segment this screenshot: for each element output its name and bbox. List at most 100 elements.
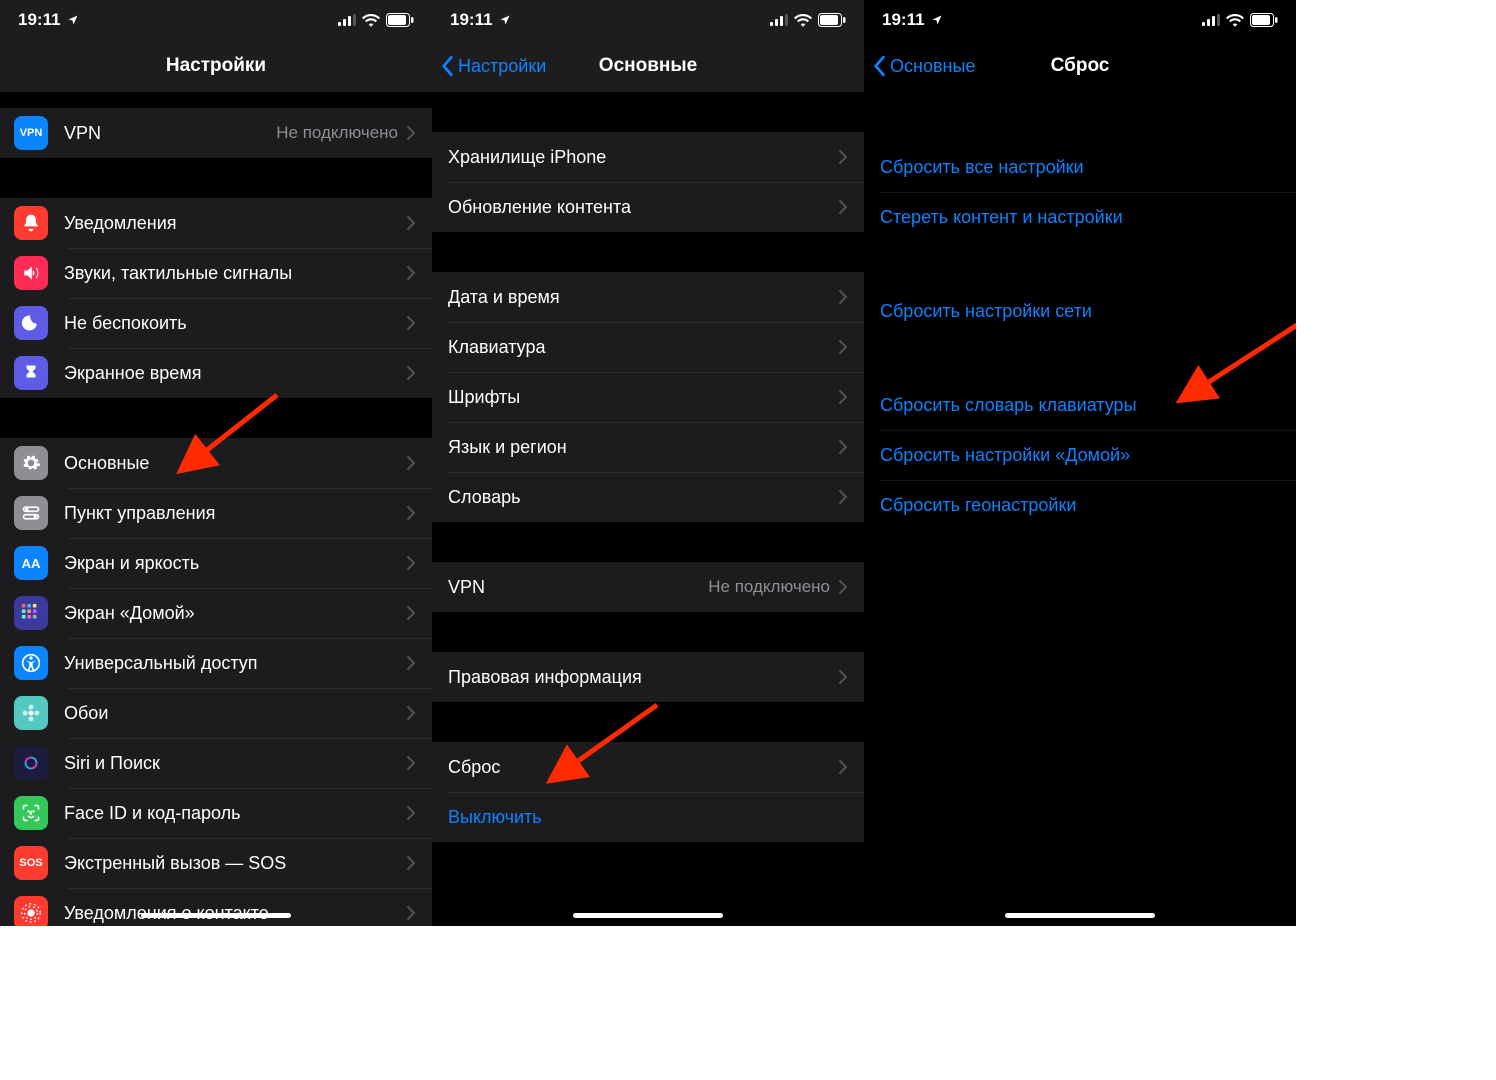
- settings-row[interactable]: Экран «Домой»: [0, 588, 432, 638]
- settings-row[interactable]: SOSЭкстренный вызов — SOS: [0, 838, 432, 888]
- settings-row[interactable]: Звуки, тактильные сигналы: [0, 248, 432, 298]
- settings-row[interactable]: Уведомления: [0, 198, 432, 248]
- accessibility-icon: [14, 646, 48, 680]
- row-label: Экран и яркость: [64, 553, 406, 574]
- chevron-right-icon: [838, 389, 848, 405]
- settings-row[interactable]: Сбросить словарь клавиатуры: [864, 380, 1296, 430]
- settings-row[interactable]: VPNVPNНе подключено: [0, 108, 432, 158]
- chevron-right-icon: [406, 215, 416, 231]
- row-label: Сбросить настройки сети: [880, 301, 1280, 322]
- row-label: Сбросить все настройки: [880, 157, 1280, 178]
- aa-icon: AA: [14, 546, 48, 580]
- chevron-right-icon: [838, 149, 848, 165]
- back-button[interactable]: Основные: [872, 40, 975, 92]
- row-label: Словарь: [448, 487, 838, 508]
- settings-row[interactable]: Стереть контент и настройки: [864, 192, 1296, 242]
- battery-icon: [1250, 13, 1278, 27]
- gear-icon: [14, 446, 48, 480]
- navbar: Настройки: [0, 40, 432, 92]
- settings-row[interactable]: Язык и регион: [432, 422, 864, 472]
- faceid-icon: [14, 796, 48, 830]
- battery-icon: [818, 13, 846, 27]
- settings-row[interactable]: Клавиатура: [432, 322, 864, 372]
- speaker-icon: [14, 256, 48, 290]
- row-label: Обои: [64, 703, 406, 724]
- status-bar: 19:11: [0, 0, 432, 40]
- signal-icon: [770, 14, 788, 26]
- signal-icon: [338, 14, 356, 26]
- settings-row[interactable]: Обои: [0, 688, 432, 738]
- flower-icon: [14, 696, 48, 730]
- row-detail: Не подключено: [708, 577, 830, 597]
- row-label: Язык и регион: [448, 437, 838, 458]
- row-label: Уведомления: [64, 213, 406, 234]
- chevron-right-icon: [406, 505, 416, 521]
- chevron-right-icon: [406, 805, 416, 821]
- settings-row[interactable]: Сбросить все настройки: [864, 142, 1296, 192]
- settings-row[interactable]: Не беспокоить: [0, 298, 432, 348]
- status-time: 19:11: [18, 10, 61, 30]
- chevron-right-icon: [406, 855, 416, 871]
- row-label: Хранилище iPhone: [448, 147, 838, 168]
- status-time: 19:11: [882, 10, 925, 30]
- chevron-right-icon: [838, 489, 848, 505]
- chevron-right-icon: [406, 365, 416, 381]
- back-button[interactable]: Настройки: [440, 40, 546, 92]
- settings-row[interactable]: Уведомления о контакте: [0, 888, 432, 926]
- settings-row[interactable]: Обновление контента: [432, 182, 864, 232]
- navbar: Настройки Основные: [432, 40, 864, 92]
- settings-row[interactable]: Основные: [0, 438, 432, 488]
- row-label: Выключить: [448, 807, 848, 828]
- settings-row[interactable]: Face ID и код-пароль: [0, 788, 432, 838]
- row-label: VPN: [64, 123, 276, 144]
- settings-row[interactable]: Правовая информация: [432, 652, 864, 702]
- battery-icon: [386, 13, 414, 27]
- status-bar: 19:11: [864, 0, 1296, 40]
- row-label: Сбросить геонастройки: [880, 495, 1280, 516]
- row-label: Экранное время: [64, 363, 406, 384]
- screen-reset: 19:11 Основные Сброс Сбросить все настро…: [864, 0, 1296, 926]
- row-label: Siri и Поиск: [64, 753, 406, 774]
- settings-row[interactable]: Словарь: [432, 472, 864, 522]
- chevron-right-icon: [838, 669, 848, 685]
- location-icon: [67, 14, 79, 26]
- settings-row[interactable]: Сброс: [432, 742, 864, 792]
- settings-row[interactable]: Пункт управления: [0, 488, 432, 538]
- chevron-right-icon: [406, 455, 416, 471]
- settings-row[interactable]: Хранилище iPhone: [432, 132, 864, 182]
- back-label: Настройки: [458, 56, 546, 77]
- settings-row[interactable]: Выключить: [432, 792, 864, 842]
- page-title: Сброс: [1051, 55, 1110, 77]
- settings-row[interactable]: Сбросить геонастройки: [864, 480, 1296, 530]
- chevron-right-icon: [838, 439, 848, 455]
- row-label: Face ID и код-пароль: [64, 803, 406, 824]
- chevron-right-icon: [406, 705, 416, 721]
- chevron-right-icon: [838, 289, 848, 305]
- bell-icon: [14, 206, 48, 240]
- settings-row[interactable]: Сбросить настройки сети: [864, 286, 1296, 336]
- settings-row[interactable]: Шрифты: [432, 372, 864, 422]
- status-bar: 19:11: [432, 0, 864, 40]
- settings-row[interactable]: Siri и Поиск: [0, 738, 432, 788]
- chevron-right-icon: [838, 579, 848, 595]
- settings-row[interactable]: Сбросить настройки «Домой»: [864, 430, 1296, 480]
- chevron-right-icon: [406, 655, 416, 671]
- back-label: Основные: [890, 56, 975, 77]
- settings-row[interactable]: Экранное время: [0, 348, 432, 398]
- chevron-right-icon: [406, 755, 416, 771]
- location-icon: [499, 14, 511, 26]
- row-label: Клавиатура: [448, 337, 838, 358]
- row-label: Не беспокоить: [64, 313, 406, 334]
- row-label: Универсальный доступ: [64, 653, 406, 674]
- switches-icon: [14, 496, 48, 530]
- row-label: VPN: [448, 577, 708, 598]
- settings-row[interactable]: Универсальный доступ: [0, 638, 432, 688]
- settings-row[interactable]: VPNНе подключено: [432, 562, 864, 612]
- row-label: Сброс: [448, 757, 838, 778]
- row-label: Сбросить настройки «Домой»: [880, 445, 1280, 466]
- chevron-right-icon: [406, 265, 416, 281]
- settings-row[interactable]: AA Экран и яркость: [0, 538, 432, 588]
- row-label: Обновление контента: [448, 197, 838, 218]
- grid-icon: [14, 596, 48, 630]
- settings-row[interactable]: Дата и время: [432, 272, 864, 322]
